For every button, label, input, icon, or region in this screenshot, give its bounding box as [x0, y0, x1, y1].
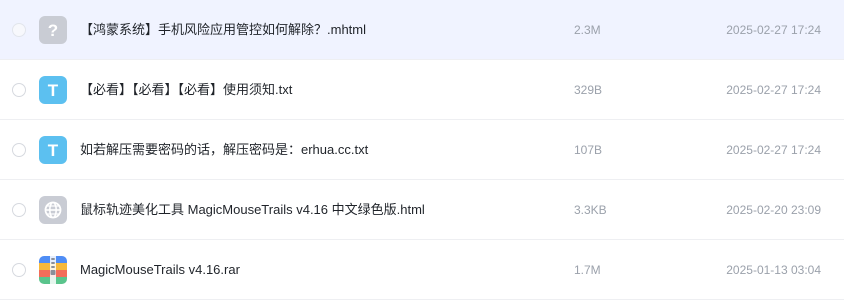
- file-date: 2025-02-27 17:24: [726, 23, 821, 37]
- file-row[interactable]: T 【必看】【必看】【必看】使用须知.txt 329B 2025-02-27 1…: [0, 60, 844, 120]
- file-date: 2025-02-20 23:09: [726, 203, 821, 217]
- file-name: 【鸿蒙系统】手机风险应用管控如何解除？.mhtml: [80, 22, 367, 37]
- svg-text:T: T: [48, 141, 59, 160]
- file-list: ? 【鸿蒙系统】手机风险应用管控如何解除？.mhtml 2.3M 2025-02…: [0, 0, 844, 300]
- file-size: 2.3M: [574, 23, 601, 37]
- file-date: 2025-01-13 03:04: [726, 263, 821, 277]
- file-name: 鼠标轨迹美化工具 MagicMouseTrails v4.16 中文绿色版.ht…: [80, 202, 425, 217]
- text-file-icon: T: [39, 76, 67, 104]
- row-checkbox[interactable]: [12, 143, 26, 157]
- file-size: 3.3KB: [574, 203, 607, 217]
- unknown-file-icon: ?: [39, 16, 67, 44]
- row-checkbox[interactable]: [12, 263, 26, 277]
- file-row[interactable]: MagicMouseTrails v4.16.rar 1.7M 2025-01-…: [0, 240, 844, 300]
- file-row[interactable]: T 如若解压需要密码的话，解压密码是：erhua.cc.txt 107B 202…: [0, 120, 844, 180]
- row-checkbox[interactable]: [12, 23, 26, 37]
- file-size: 107B: [574, 143, 603, 157]
- file-size: 329B: [574, 83, 603, 97]
- file-date: 2025-02-27 17:24: [726, 143, 821, 157]
- web-file-icon: [39, 196, 67, 224]
- row-checkbox[interactable]: [12, 203, 26, 217]
- svg-text:T: T: [48, 81, 59, 100]
- svg-text:?: ?: [48, 21, 58, 40]
- file-name: MagicMouseTrails v4.16.rar: [80, 262, 240, 277]
- archive-file-icon: [39, 256, 67, 284]
- file-row[interactable]: ? 【鸿蒙系统】手机风险应用管控如何解除？.mhtml 2.3M 2025-02…: [0, 0, 844, 60]
- row-checkbox[interactable]: [12, 83, 26, 97]
- file-date: 2025-02-27 17:24: [726, 83, 821, 97]
- file-size: 1.7M: [574, 263, 601, 277]
- text-file-icon: T: [39, 136, 67, 164]
- file-name: 如若解压需要密码的话，解压密码是：erhua.cc.txt: [80, 142, 369, 157]
- file-name: 【必看】【必看】【必看】使用须知.txt: [80, 82, 293, 97]
- file-row[interactable]: 鼠标轨迹美化工具 MagicMouseTrails v4.16 中文绿色版.ht…: [0, 180, 844, 240]
